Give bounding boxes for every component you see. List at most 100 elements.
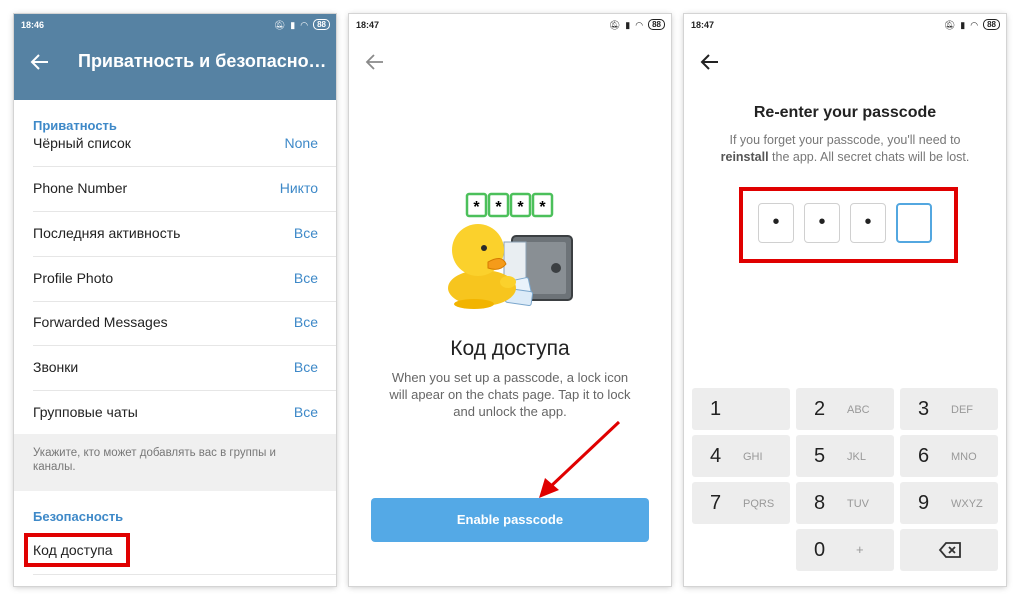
pin-digit-box: • [758, 203, 794, 243]
key-7[interactable]: 7 PQRS [692, 482, 790, 524]
row-label: Profile Photo [33, 270, 114, 286]
status-bar: 18:47 🔕︎ ▮ ◠ 88 [349, 14, 671, 36]
security-section-header: Безопасность [33, 509, 124, 524]
battery-icon: 88 [983, 19, 1000, 30]
row-value: Все [293, 270, 318, 286]
key-letters: WXYZ [951, 498, 983, 510]
settings-row-profile-photo[interactable]: Profile Photo Все [14, 257, 336, 302]
key-number: 2 [814, 398, 826, 420]
status-time: 18:46 [21, 20, 45, 30]
settings-row-group-chats[interactable]: Групповые чаты Все [14, 391, 336, 436]
row-value: Все [293, 225, 318, 241]
row-label: Групповые чаты [33, 404, 138, 420]
row-value: Никто [279, 180, 318, 196]
status-bar: 18:47 🔕︎ ▮ ◠ 88 [684, 14, 1006, 36]
key-letters: GHI [743, 451, 763, 463]
row-value: Все [293, 404, 318, 420]
key-letters: PQRS [743, 498, 775, 510]
duck-safe-sticker: * * * * [448, 192, 573, 309]
privacy-settings-screen: 18:46 🔕︎ ▮ ◠ 88 Приватность и безопаснос… [14, 14, 336, 586]
row-value: None [284, 135, 318, 151]
row-value: Все [293, 314, 318, 330]
back-arrow-icon[interactable] [365, 52, 385, 72]
reenter-description: If you forget your passcode, you'll need… [704, 132, 986, 166]
battery-icon: 88 [648, 19, 665, 30]
key-letters: MNO [951, 451, 977, 463]
key-number: 7 [710, 492, 722, 514]
passcode-intro-screen: 18:47 🔕︎ ▮ ◠ 88 * * * * Код доступа When… [349, 14, 671, 586]
reenter-title: Re-enter your passcode [753, 104, 937, 121]
pin-digit-box: • [804, 203, 840, 243]
settings-row-last-seen[interactable]: Последняя активность Все [14, 212, 336, 257]
sticker-pin-char: * [473, 199, 480, 216]
key-number: 3 [918, 398, 930, 420]
row-label: Forwarded Messages [33, 314, 168, 330]
battery-icon: 88 [313, 19, 330, 30]
status-time: 18:47 [356, 20, 380, 30]
desc-text: If you forget your passcode, you'll need… [729, 133, 961, 147]
row-divider [33, 574, 336, 575]
key-letters: DEF [951, 404, 973, 416]
tutorial-canvas: 18:46 🔕︎ ▮ ◠ 88 Приватность и безопаснос… [0, 0, 1020, 600]
pointer-arrow [539, 420, 621, 498]
wifi-icon: ◠ [635, 19, 644, 30]
row-label: Последняя активность [33, 225, 181, 241]
settings-row-calls[interactable]: Звонки Все [14, 346, 336, 391]
settings-row-forwarded-messages[interactable]: Forwarded Messages Все [14, 301, 336, 346]
signal-icon: ▮ [625, 19, 631, 30]
status-icons: 🔕︎ ▮ ◠ 88 [609, 19, 665, 30]
desc-text: the app. All secret chats will be lost. [772, 150, 970, 164]
row-label: Phone Number [33, 180, 128, 196]
status-icons: 🔕︎ ▮ ◠ 88 [944, 19, 1000, 30]
key-number: 8 [814, 492, 826, 514]
signal-icon: ▮ [960, 19, 966, 30]
row-label: Чёрный список [33, 135, 131, 151]
sticker-pin-char: * [495, 199, 502, 216]
backspace-icon [938, 542, 961, 558]
passcode-title: Код доступа [450, 337, 570, 360]
wifi-icon: ◠ [300, 19, 309, 30]
highlight-box [24, 533, 130, 567]
key-2[interactable]: 2 ABC [796, 388, 894, 430]
key-number: 5 [814, 445, 826, 467]
back-arrow-icon[interactable] [30, 52, 50, 72]
mute-icon: 🔕︎ [608, 19, 621, 30]
status-time: 18:47 [691, 20, 715, 30]
settings-row-phone-number[interactable]: Phone Number Никто [14, 167, 336, 212]
key-8[interactable]: 8 TUV [796, 482, 894, 524]
mute-icon: 🔕︎ [943, 19, 956, 30]
wifi-icon: ◠ [970, 19, 979, 30]
page-title: Приватность и безопасность [78, 51, 328, 71]
key-backspace[interactable] [900, 529, 998, 571]
key-5[interactable]: 5 JKL [796, 435, 894, 477]
key-6[interactable]: 6 MNO [900, 435, 998, 477]
row-value: Все [293, 359, 318, 375]
pin-digit-box: • [850, 203, 886, 243]
row-label: Звонки [33, 359, 79, 375]
settings-row-blocked[interactable]: Чёрный список None [14, 122, 336, 167]
desc-bold-text: reinstall [720, 150, 769, 164]
key-letters: + [856, 542, 864, 557]
key-number: 1 [710, 398, 722, 420]
key-number: 9 [918, 492, 930, 514]
signal-icon: ▮ [290, 19, 296, 30]
mute-icon: 🔕︎ [273, 19, 286, 30]
pin-digit-box-active[interactable] [896, 203, 932, 243]
key-3[interactable]: 3 DEF [900, 388, 998, 430]
back-arrow-icon[interactable] [700, 52, 720, 72]
key-0[interactable]: 0 + [796, 529, 894, 571]
status-icons: 🔕︎ ▮ ◠ 88 [274, 19, 330, 30]
key-number: 6 [918, 445, 930, 467]
key-number: 4 [710, 445, 722, 467]
sticker-pin-char: * [539, 199, 546, 216]
key-9[interactable]: 9 WXYZ [900, 482, 998, 524]
key-1[interactable]: 1 [692, 388, 790, 430]
groups-hint-text: Укажите, кто может добавлять вас в групп… [14, 434, 336, 491]
sticker-pin-boxes: * * * * [465, 192, 554, 218]
status-bar: 18:46 🔕︎ ▮ ◠ 88 [14, 14, 336, 36]
enable-passcode-button[interactable]: Enable passcode [371, 498, 649, 542]
reenter-passcode-screen: 18:47 🔕︎ ▮ ◠ 88 Re-enter your passcode I… [684, 14, 1006, 586]
key-4[interactable]: 4 GHI [692, 435, 790, 477]
key-letters: ABC [847, 404, 870, 416]
sticker-pin-char: * [517, 199, 524, 216]
